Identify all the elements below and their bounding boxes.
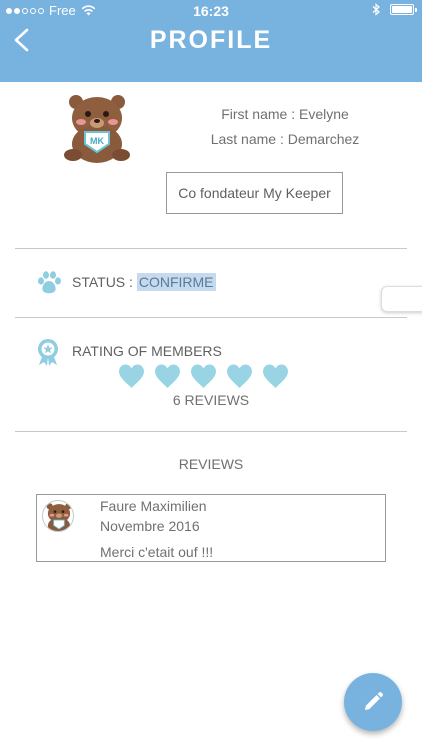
divider bbox=[15, 431, 407, 432]
status-value[interactable]: CONFIRME bbox=[136, 273, 216, 291]
status-row: STATUS : CONFIRME bbox=[72, 273, 216, 291]
edit-profile-button[interactable] bbox=[344, 673, 402, 731]
bluetooth-icon bbox=[372, 3, 380, 16]
reviews-count: 6 REVIEWS bbox=[172, 392, 250, 408]
bear-avatar-icon bbox=[46, 503, 72, 531]
battery-level bbox=[392, 6, 412, 13]
heart-icon bbox=[119, 364, 144, 388]
ios-status-bar: Free 16:23 bbox=[0, 0, 422, 22]
heart-icon bbox=[227, 364, 252, 388]
first-name: First name : Evelyne bbox=[221, 106, 349, 122]
heart-icon bbox=[191, 364, 216, 388]
review-card[interactable]: Faure Maximilien Novembre 2016 Merci c'e… bbox=[36, 494, 386, 562]
review-date: Novembre 2016 bbox=[100, 518, 200, 534]
status-right-group bbox=[372, 3, 417, 16]
rating-label: RATING OF MEMBERS bbox=[72, 343, 222, 359]
app-header: Free 16:23 PROFILE bbox=[0, 0, 422, 82]
clock: 16:23 bbox=[193, 3, 229, 19]
rating-hearts bbox=[118, 363, 289, 390]
reviewer-avatar bbox=[42, 500, 74, 532]
review-text: Merci c'etait ouf !!! bbox=[100, 544, 214, 560]
bear-avatar-icon: MK bbox=[64, 95, 130, 163]
divider bbox=[15, 248, 407, 249]
divider bbox=[15, 317, 407, 318]
reviews-heading: REVIEWS bbox=[178, 456, 244, 472]
role-box: Co fondateur My Keeper bbox=[166, 172, 343, 214]
battery-icon bbox=[390, 4, 417, 15]
paw-icon bbox=[38, 271, 61, 294]
award-badge-icon bbox=[38, 339, 58, 366]
side-drawer-handle[interactable] bbox=[381, 286, 422, 312]
role-label: Co fondateur My Keeper bbox=[178, 185, 331, 201]
last-name: Last name : Demarchez bbox=[210, 131, 360, 147]
heart-icon bbox=[155, 364, 180, 388]
avatar-badge-label: MK bbox=[90, 136, 104, 146]
heart-icon bbox=[263, 364, 288, 388]
pencil-icon bbox=[365, 691, 384, 710]
status-label: STATUS : bbox=[72, 274, 137, 290]
page-title: PROFILE bbox=[149, 26, 273, 54]
reviewer-name: Faure Maximilien bbox=[100, 498, 207, 514]
